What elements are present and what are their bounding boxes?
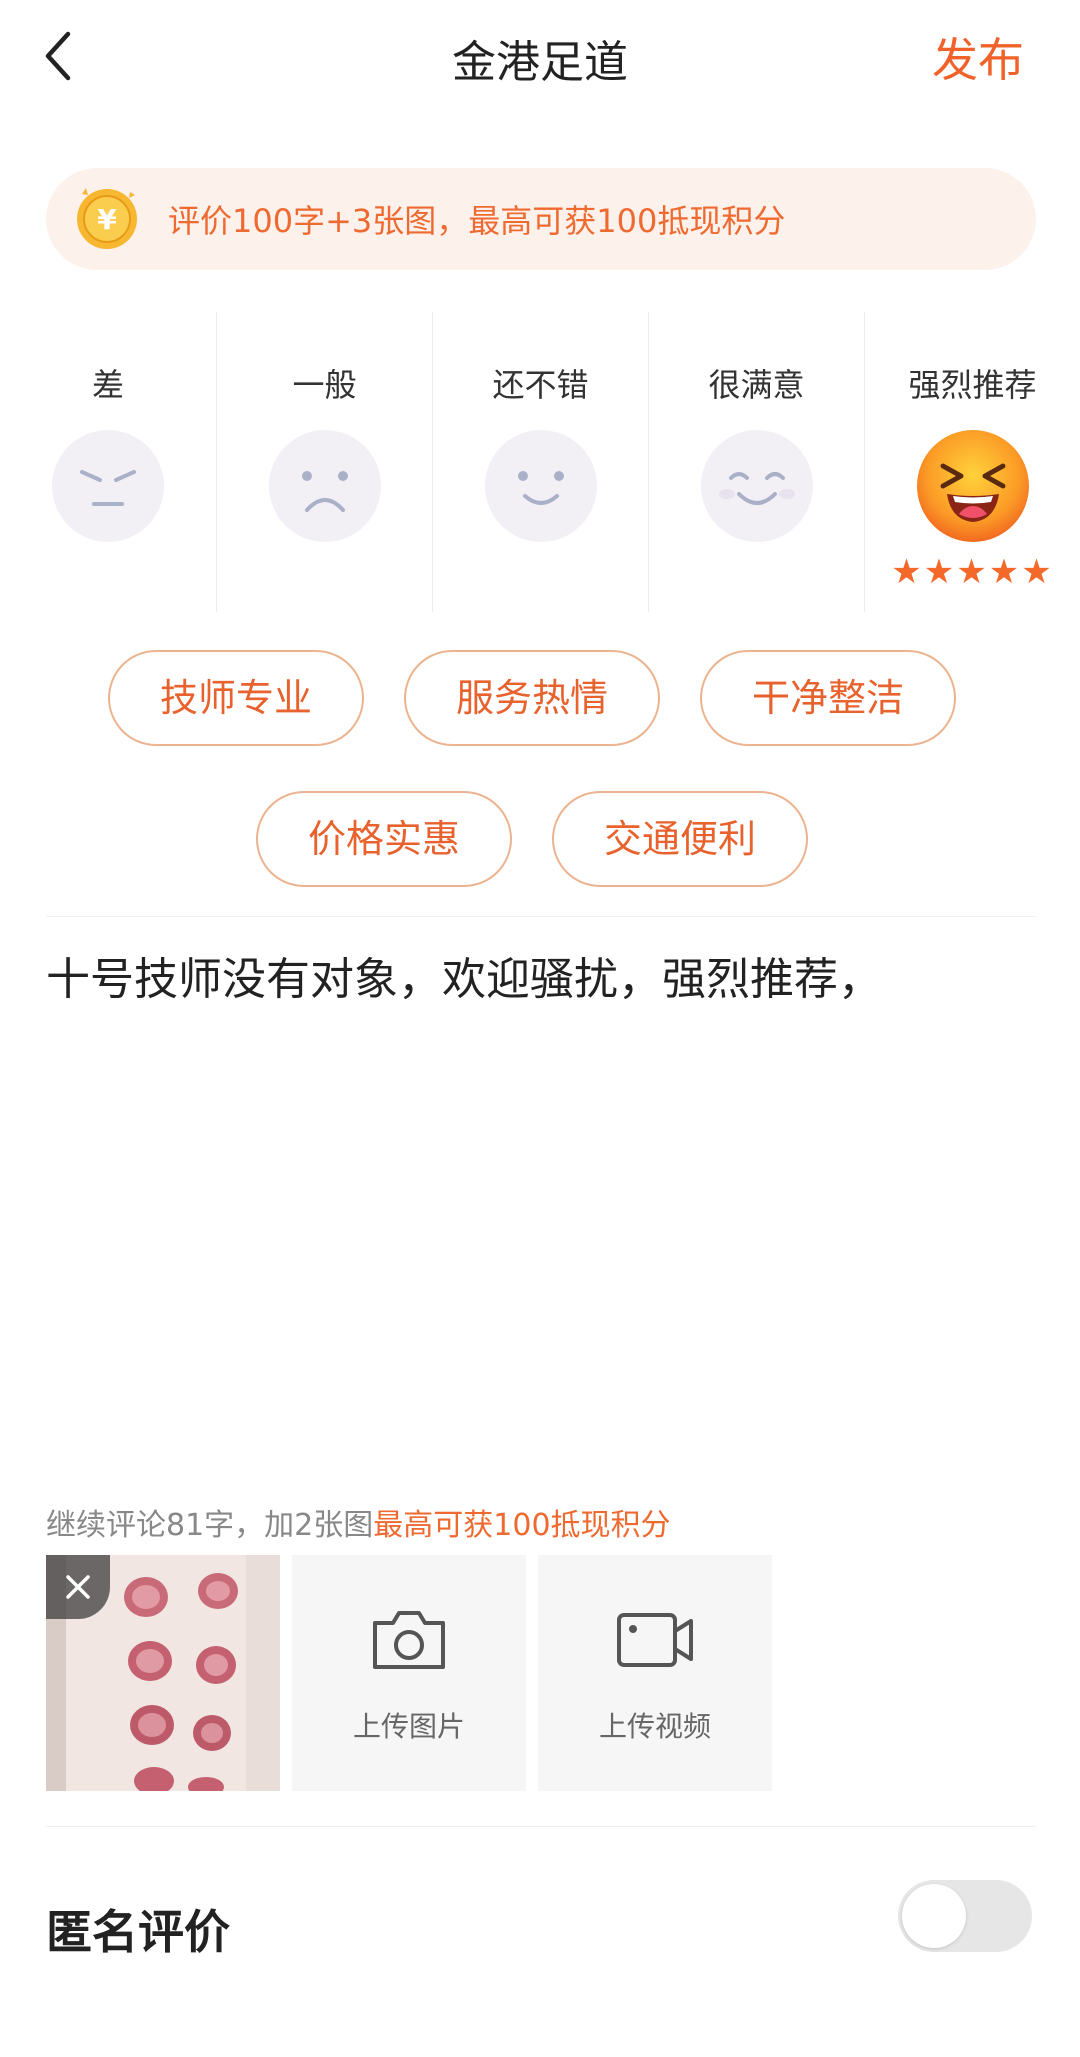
rating-label: 一般 [292,366,357,404]
rating-option-highly-recommend[interactable]: 强烈推荐 ★★★★★ [864,312,1080,612]
uploaded-photo[interactable] [46,1555,280,1791]
rating-option-not-bad[interactable]: 还不错 [432,312,648,612]
reward-hint-text: 继续评论81字，加2张图 [46,1508,374,1543]
face-smile-icon [485,430,597,542]
toggle-knob [902,1884,966,1948]
rating-option-bad[interactable]: 差 [0,312,216,612]
review-textarea[interactable]: 十号技师没有对象，欢迎骚扰，强烈推荐， [46,950,1036,1010]
reward-hint-highlight: 最高可获100抵现积分 [373,1508,671,1543]
close-icon [66,1575,90,1599]
divider [46,916,1036,917]
svg-text:¥: ¥ [97,203,117,236]
reward-hint: 继续评论81字，加2张图最高可获100抵现积分 [46,1500,671,1544]
rating-selector: 差 一般 还不错 很满意 强烈推荐 ★★★★★ [0,312,1080,612]
anonymous-label: 匿名评价 [46,1905,230,1959]
media-row: 上传图片 上传视频 [46,1555,1036,1791]
tag-option[interactable]: 交通便利 [552,791,808,887]
tag-option[interactable]: 价格实惠 [256,791,512,887]
upload-photo-label: 上传图片 [352,1710,465,1743]
coin-icon: ¥ [74,186,140,252]
reward-banner: ¥ 评价100字+3张图，最高可获100抵现积分 [46,168,1036,270]
rating-stars: ★★★★★ [891,552,1054,592]
rating-option-satisfied[interactable]: 很满意 [648,312,864,612]
publish-button[interactable]: 发布 [932,24,1024,90]
tag-option[interactable]: 干净整洁 [700,650,956,746]
upload-video-button[interactable]: 上传视频 [538,1555,772,1791]
top-bar: 金港足道 发布 [0,0,1080,115]
rating-label: 差 [91,366,124,404]
rating-option-ordinary[interactable]: 一般 [216,312,432,612]
reward-banner-text: 评价100字+3张图，最高可获100抵现积分 [168,202,786,240]
rating-label: 还不错 [492,366,589,404]
rating-label: 很满意 [708,366,805,404]
tag-option[interactable]: 服务热情 [404,650,660,746]
video-camera-icon [617,1613,693,1667]
rating-label: 强烈推荐 [908,366,1037,404]
remove-photo-button[interactable] [46,1555,110,1619]
tag-option[interactable]: 技师专业 [108,650,364,746]
divider [46,1826,1036,1827]
upload-video-label: 上传视频 [598,1710,711,1743]
camera-icon [373,1611,445,1669]
face-annoyed-icon [52,430,164,542]
page-title: 金港足道 [452,37,628,88]
face-laughing-icon [917,430,1029,542]
upload-photo-button[interactable]: 上传图片 [292,1555,526,1791]
face-happy-icon [701,430,813,542]
anonymous-toggle[interactable] [898,1880,1032,1952]
face-sad-icon [269,430,381,542]
